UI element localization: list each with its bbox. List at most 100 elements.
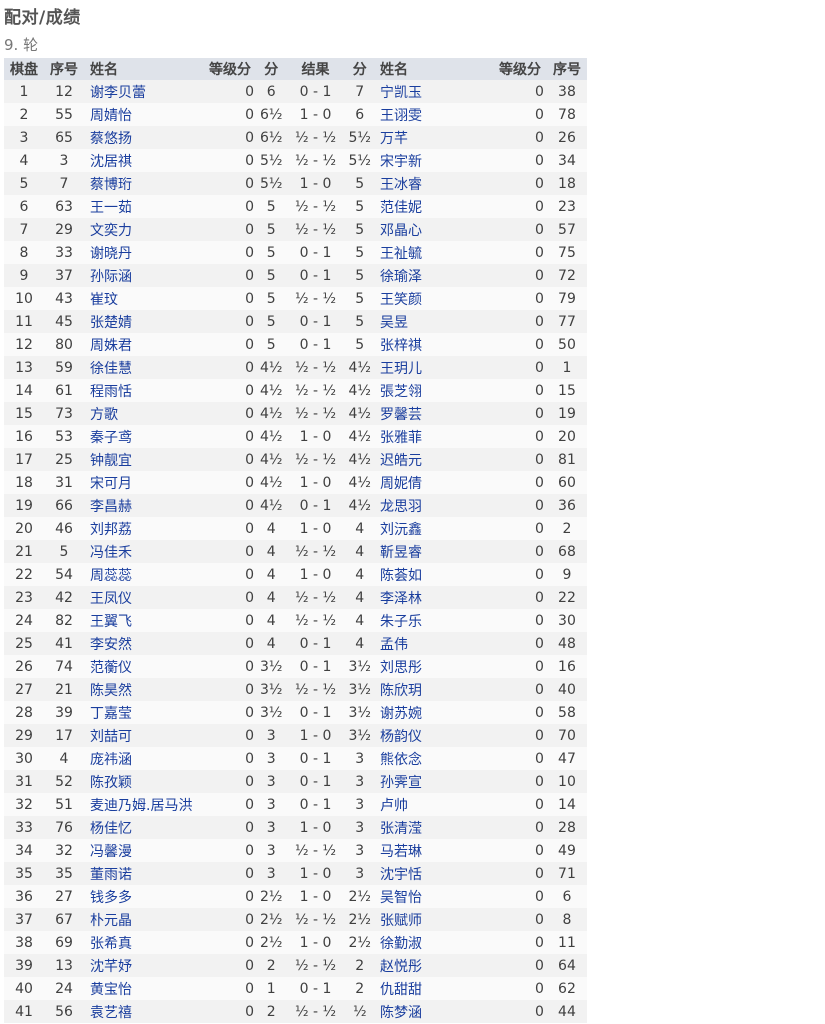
cell-white-name[interactable]: 方歌 [84, 402, 203, 425]
cell-white-name[interactable]: 李昌赫 [84, 494, 203, 517]
cell-black-name[interactable]: 张清滢 [374, 816, 493, 839]
table-row: 33 76 杨佳忆 0 3 1 - 0 3 张清滢 0 28 [4, 816, 587, 839]
cell-black-seed: 11 [558, 934, 576, 951]
cell-black-name[interactable]: 周妮倩 [374, 471, 493, 494]
cell-white-name[interactable]: 蔡博珩 [84, 172, 203, 195]
cell-black-name[interactable]: 王笑颜 [374, 287, 493, 310]
table-row: 21 5 冯佳禾 0 4 ½ - ½ 4 靳昱睿 0 68 [4, 540, 587, 563]
cell-board-number: 10 [15, 290, 33, 307]
cell-white-name[interactable]: 刘邦荔 [84, 517, 203, 540]
cell-white-name[interactable]: 宋可月 [84, 471, 203, 494]
cell-white-rating: 0 [245, 129, 254, 146]
cell-white-name[interactable]: 范蘅仪 [84, 655, 203, 678]
cell-black-name[interactable]: 仇甜甜 [374, 977, 493, 1000]
cell-white-name[interactable]: 孙际涵 [84, 264, 203, 287]
cell-black-name[interactable]: 马若琳 [374, 839, 493, 862]
cell-white-name[interactable]: 沈芊妤 [84, 954, 203, 977]
cell-black-name[interactable]: 宋宇新 [374, 149, 493, 172]
cell-white-name[interactable]: 王翼飞 [84, 609, 203, 632]
cell-black-name[interactable]: 刘沅鑫 [374, 517, 493, 540]
cell-white-name[interactable]: 钱多多 [84, 885, 203, 908]
cell-black-name[interactable]: 张雅菲 [374, 425, 493, 448]
cell-white-name[interactable]: 周蕊蕊 [84, 563, 203, 586]
cell-black-name[interactable]: 万芊 [374, 126, 493, 149]
cell-white-name[interactable]: 崔玟 [84, 287, 203, 310]
cell-black-name[interactable]: 吴智怡 [374, 885, 493, 908]
cell-black-name[interactable]: 王祉毓 [374, 241, 493, 264]
cell-white-name[interactable]: 周婧怡 [84, 103, 203, 126]
cell-white-name[interactable]: 杨佳忆 [84, 816, 203, 839]
cell-white-name[interactable]: 王一茹 [84, 195, 203, 218]
cell-black-name[interactable]: 范佳妮 [374, 195, 493, 218]
cell-white-name[interactable]: 黄宝怡 [84, 977, 203, 1000]
cell-white-name[interactable]: 程雨恬 [84, 379, 203, 402]
cell-white-name[interactable]: 蔡悠扬 [84, 126, 203, 149]
cell-black-name[interactable]: 张赋师 [374, 908, 493, 931]
cell-black-name[interactable]: 陈荟如 [374, 563, 493, 586]
cell-white-rating: 0 [245, 727, 254, 744]
cell-black-seed: 44 [558, 1003, 576, 1020]
cell-black-name[interactable]: 王冰睿 [374, 172, 493, 195]
cell-black-name[interactable]: 孟伟 [374, 632, 493, 655]
cell-black-name[interactable]: 張芝翎 [374, 379, 493, 402]
cell-black-name[interactable]: 王玥儿 [374, 356, 493, 379]
cell-black-name[interactable]: 沈宇恬 [374, 862, 493, 885]
cell-black-name[interactable]: 吴昱 [374, 310, 493, 333]
cell-black-name[interactable]: 张梓祺 [374, 333, 493, 356]
cell-black-name[interactable]: 刘思彤 [374, 655, 493, 678]
cell-white-name[interactable]: 陈昊然 [84, 678, 203, 701]
cell-black-name[interactable]: 宁凯玉 [374, 80, 493, 103]
cell-black-name[interactable]: 徐瑜泽 [374, 264, 493, 287]
table-row: 30 4 庞祎涵 0 3 0 - 1 3 熊依念 0 47 [4, 747, 587, 770]
cell-white-points: 3 [266, 819, 276, 836]
cell-white-name[interactable]: 丁嘉莹 [84, 701, 203, 724]
cell-black-seed: 68 [558, 543, 576, 560]
cell-black-seed: 34 [558, 152, 576, 169]
cell-white-name[interactable]: 钟靓宜 [84, 448, 203, 471]
cell-white-name[interactable]: 周姝君 [84, 333, 203, 356]
cell-black-name[interactable]: 李泽林 [374, 586, 493, 609]
cell-white-name[interactable]: 麦迪乃姆.居马洪 [84, 793, 203, 816]
cell-black-name[interactable]: 赵悦彤 [374, 954, 493, 977]
cell-black-points: 5 [355, 244, 365, 261]
cell-black-name[interactable]: 熊依念 [374, 747, 493, 770]
cell-white-name[interactable]: 沈居祺 [84, 149, 203, 172]
cell-white-name[interactable]: 庞祎涵 [84, 747, 203, 770]
cell-white-name[interactable]: 董雨诺 [84, 862, 203, 885]
cell-white-name[interactable]: 朴元晶 [84, 908, 203, 931]
cell-black-name[interactable]: 徐勤淑 [374, 931, 493, 954]
cell-white-name[interactable]: 冯馨漫 [84, 839, 203, 862]
cell-black-name[interactable]: 谢苏婉 [374, 701, 493, 724]
cell-white-name[interactable]: 张楚婧 [84, 310, 203, 333]
cell-black-name[interactable]: 王诩雯 [374, 103, 493, 126]
cell-white-name[interactable]: 秦子鸢 [84, 425, 203, 448]
cell-white-seed: 69 [55, 934, 73, 951]
cell-black-seed: 50 [558, 336, 576, 353]
cell-white-name[interactable]: 袁艺禧 [84, 1000, 203, 1023]
cell-black-seed: 79 [558, 290, 576, 307]
cell-black-name[interactable]: 朱子乐 [374, 609, 493, 632]
cell-white-name[interactable]: 文奕力 [84, 218, 203, 241]
cell-black-name[interactable]: 迟皓元 [374, 448, 493, 471]
cell-white-points: 5 [266, 198, 276, 215]
cell-white-name[interactable]: 谢李贝蕾 [84, 80, 203, 103]
cell-white-name[interactable]: 冯佳禾 [84, 540, 203, 563]
cell-white-name[interactable]: 谢晓丹 [84, 241, 203, 264]
cell-black-name[interactable]: 陈欣玥 [374, 678, 493, 701]
cell-black-name[interactable]: 孙霁宣 [374, 770, 493, 793]
cell-black-name[interactable]: 杨韵仪 [374, 724, 493, 747]
cell-black-name[interactable]: 龙思羽 [374, 494, 493, 517]
cell-black-name[interactable]: 靳昱睿 [374, 540, 493, 563]
cell-white-name[interactable]: 陈孜颖 [84, 770, 203, 793]
cell-white-name[interactable]: 李安然 [84, 632, 203, 655]
cell-white-points: 3 [266, 773, 276, 790]
cell-white-name[interactable]: 刘喆可 [84, 724, 203, 747]
cell-white-name[interactable]: 张希真 [84, 931, 203, 954]
cell-black-name[interactable]: 卢帅 [374, 793, 493, 816]
cell-result: 1 - 0 [299, 566, 332, 583]
cell-black-name[interactable]: 陈梦涵 [374, 1000, 493, 1023]
cell-white-name[interactable]: 徐佳慧 [84, 356, 203, 379]
cell-white-name[interactable]: 王凤仪 [84, 586, 203, 609]
cell-black-name[interactable]: 邓晶心 [374, 218, 493, 241]
cell-black-name[interactable]: 罗馨芸 [374, 402, 493, 425]
